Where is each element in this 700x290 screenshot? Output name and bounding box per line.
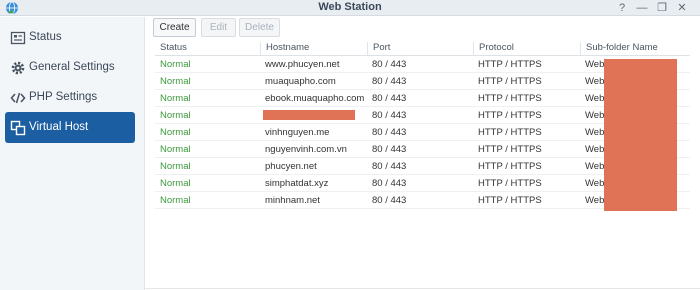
redacted-hostname: [263, 110, 355, 120]
cell-hostname: phucyen.net: [265, 161, 317, 172]
cell-status: Normal: [160, 178, 191, 189]
cell-hostname: muaquapho.com: [265, 76, 336, 87]
cell-hostname: minhnam.net: [265, 195, 320, 206]
cell-subfolder: Web/: [585, 127, 608, 138]
cell-status: Normal: [160, 76, 191, 87]
table-header: Status Hostname Port Protocol Sub-folder…: [155, 39, 690, 56]
maximize-button[interactable]: ❐: [654, 0, 670, 16]
code-icon: [10, 92, 26, 104]
help-button[interactable]: ?: [614, 0, 630, 16]
footer-divider: [145, 288, 700, 289]
redaction-block: [604, 59, 677, 211]
cell-hostname: simphatdat.xyz: [265, 178, 329, 189]
cell-subfolder: Web/: [585, 110, 608, 121]
cell-subfolder: Web/: [585, 76, 608, 87]
sidebar-item-label: General Settings: [29, 61, 115, 73]
cell-protocol: HTTP / HTTPS: [478, 76, 542, 87]
delete-button[interactable]: Delete: [239, 18, 280, 37]
cell-port: 80 / 443: [372, 195, 407, 206]
cell-protocol: HTTP / HTTPS: [478, 127, 542, 138]
cell-port: 80 / 443: [372, 161, 407, 172]
cell-status: Normal: [160, 93, 191, 104]
column-header-protocol[interactable]: Protocol: [473, 42, 514, 55]
cell-protocol: HTTP / HTTPS: [478, 195, 542, 206]
cell-hostname: www.phucyen.net: [265, 59, 340, 70]
cell-protocol: HTTP / HTTPS: [478, 178, 542, 189]
cell-hostname: ebook.muaquapho.com: [265, 93, 365, 104]
cell-status: Normal: [160, 195, 191, 206]
cell-status: Normal: [160, 127, 191, 138]
sidebar-item-label: Virtual Host: [29, 121, 89, 133]
cell-port: 80 / 443: [372, 127, 407, 138]
sidebar: Status General Settings PHP Settings Vir…: [0, 17, 145, 290]
cell-hostname: nguyenvinh.com.vn: [265, 144, 347, 155]
cell-protocol: HTTP / HTTPS: [478, 161, 542, 172]
cell-port: 80 / 443: [372, 178, 407, 189]
cell-subfolder: Web/: [585, 178, 608, 189]
cell-subfolder: Web/: [585, 195, 608, 206]
cell-protocol: HTTP / HTTPS: [478, 59, 542, 70]
column-header-status[interactable]: Status: [155, 42, 187, 55]
cell-port: 80 / 443: [372, 110, 407, 121]
sidebar-item-label: PHP Settings: [29, 91, 98, 103]
cell-protocol: HTTP / HTTPS: [478, 110, 542, 121]
column-header-port[interactable]: Port: [367, 42, 390, 55]
minimize-button[interactable]: —: [634, 0, 650, 16]
virtual-host-table: Status Hostname Port Protocol Sub-folder…: [155, 39, 690, 211]
status-icon: [10, 31, 26, 45]
title-bar: Web Station ? — ❐ ✕: [0, 0, 700, 16]
cell-subfolder: Web/: [585, 93, 608, 104]
edit-button[interactable]: Edit: [201, 18, 236, 37]
virtual-host-icon: [10, 120, 26, 136]
sidebar-item-status[interactable]: Status: [5, 24, 135, 52]
cell-port: 80 / 443: [372, 144, 407, 155]
window-title: Web Station: [318, 1, 382, 13]
cell-hostname: vinhnguyen.me: [265, 127, 330, 138]
cell-subfolder: Web/: [585, 161, 608, 172]
cell-status: Normal: [160, 59, 191, 70]
column-header-hostname[interactable]: Hostname: [260, 42, 309, 55]
column-header-subfolder[interactable]: Sub-folder Name: [580, 42, 658, 55]
cell-port: 80 / 443: [372, 76, 407, 87]
cell-port: 80 / 443: [372, 93, 407, 104]
cell-port: 80 / 443: [372, 59, 407, 70]
gear-icon: [11, 61, 25, 75]
cell-protocol: HTTP / HTTPS: [478, 144, 542, 155]
cell-subfolder: Web/: [585, 144, 608, 155]
sidebar-item-virtual-host[interactable]: Virtual Host: [5, 112, 135, 143]
cell-subfolder: Web/: [585, 59, 608, 70]
sidebar-item-php-settings[interactable]: PHP Settings: [5, 84, 135, 112]
cell-status: Normal: [160, 161, 191, 172]
sidebar-item-label: Status: [29, 31, 62, 43]
cell-status: Normal: [160, 144, 191, 155]
cell-status: Normal: [160, 110, 191, 121]
close-button[interactable]: ✕: [674, 0, 690, 16]
create-button[interactable]: Create: [153, 18, 196, 37]
sidebar-item-general-settings[interactable]: General Settings: [5, 54, 135, 82]
cell-protocol: HTTP / HTTPS: [478, 93, 542, 104]
